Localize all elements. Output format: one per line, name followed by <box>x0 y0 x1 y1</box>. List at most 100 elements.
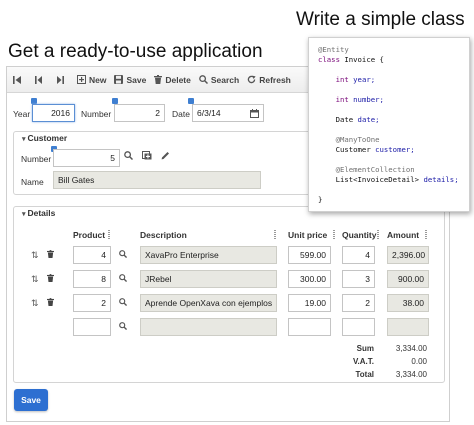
details-title-text: Details <box>27 208 56 218</box>
amount-field-new <box>387 318 429 336</box>
save-button[interactable]: Save <box>14 389 48 411</box>
column-resize-handle[interactable] <box>425 230 427 239</box>
first-record-button[interactable] <box>13 75 25 84</box>
description-field: Aprende OpenXava con ejemplos <box>140 294 277 312</box>
customer-group-title: ▾ Customer <box>20 133 70 143</box>
new-icon <box>77 75 86 84</box>
unit-price-field-new[interactable] <box>288 318 331 336</box>
column-header-description[interactable]: Description <box>140 230 187 240</box>
product-field[interactable]: 2 <box>73 294 111 312</box>
previous-record-button[interactable] <box>35 75 46 84</box>
unit-price-field[interactable]: 599.00 <box>288 246 331 264</box>
code-card: @Entity class Invoice { int year; int nu… <box>308 37 470 212</box>
column-header-quantity[interactable]: Quantity <box>342 230 376 240</box>
total-value: 3,334.00 <box>395 370 427 379</box>
product-field[interactable]: 8 <box>73 270 111 288</box>
save-toolbar-button[interactable]: Save <box>114 75 146 85</box>
delete-button[interactable]: Delete <box>154 75 191 85</box>
code-blank <box>318 85 469 95</box>
description-field: XavaPro Enterprise <box>140 246 277 264</box>
reorder-icon[interactable]: ⇅ <box>31 298 39 309</box>
code-line: int year; <box>318 75 376 84</box>
search-label: Search <box>210 74 240 85</box>
trash-icon <box>154 75 163 84</box>
code-line: @Entity <box>318 45 349 54</box>
code-blank <box>318 125 469 135</box>
new-button[interactable]: New <box>77 75 106 85</box>
column-header-product[interactable]: Product <box>73 230 105 240</box>
code-line: List<InvoiceDetail> details; <box>318 175 459 184</box>
search-product-icon[interactable] <box>119 322 128 332</box>
code-line: int number; <box>318 95 384 104</box>
product-field[interactable]: 4 <box>73 246 111 264</box>
delete-row-icon[interactable] <box>47 250 54 260</box>
search-customer-icon[interactable] <box>124 151 134 162</box>
sum-value: 3,334.00 <box>395 344 427 353</box>
delete-row-icon[interactable] <box>47 298 54 308</box>
search-product-icon[interactable] <box>119 250 128 260</box>
first-icon <box>13 75 21 84</box>
code-line: class Invoice { <box>318 55 384 64</box>
customer-number-field[interactable]: 5 <box>53 149 120 167</box>
column-resize-handle[interactable] <box>108 230 110 239</box>
customer-title-text: Customer <box>27 133 68 143</box>
date-value: 6/3/14 <box>197 108 221 118</box>
save-toolbar-label: Save <box>126 74 147 85</box>
unit-price-field[interactable]: 300.00 <box>288 270 331 288</box>
previous-icon <box>35 75 42 84</box>
column-resize-handle[interactable] <box>274 230 276 239</box>
date-label: Date <box>172 109 190 119</box>
search-product-icon[interactable] <box>119 274 128 284</box>
delete-label: Delete <box>165 74 191 85</box>
column-header-unit-price[interactable]: Unit price <box>288 230 327 240</box>
code-line: Date date; <box>318 115 380 124</box>
next-record-button[interactable] <box>56 75 67 84</box>
edit-customer-icon[interactable] <box>161 151 170 162</box>
unit-price-field[interactable]: 19.00 <box>288 294 331 312</box>
code-line: Customer customer; <box>318 145 415 154</box>
reorder-icon[interactable]: ⇅ <box>31 250 39 261</box>
amount-field: 900.00 <box>387 270 429 288</box>
quantity-field[interactable]: 4 <box>342 246 375 264</box>
floppy-icon <box>114 75 124 84</box>
column-header-amount[interactable]: Amount <box>387 230 419 240</box>
customer-name-field: Bill Gates <box>53 171 261 189</box>
create-customer-icon[interactable] <box>142 151 152 162</box>
refresh-button[interactable]: Refresh <box>247 75 291 85</box>
details-group-title: ▾ Details <box>20 208 58 218</box>
date-field[interactable]: 6/3/14 <box>192 104 264 122</box>
customer-name-label: Name <box>21 177 44 187</box>
description-field-new <box>140 318 277 336</box>
code-line: @ElementCollection <box>318 165 415 174</box>
quantity-field[interactable]: 3 <box>342 270 375 288</box>
search-button[interactable]: Search <box>199 75 239 85</box>
refresh-label: Refresh <box>259 74 291 85</box>
code-blank <box>318 65 469 75</box>
product-field-new[interactable] <box>73 318 111 336</box>
search-product-icon[interactable] <box>119 298 128 308</box>
vat-value: 0.00 <box>411 357 427 366</box>
quantity-field-new[interactable] <box>342 318 375 336</box>
column-resize-handle[interactable] <box>377 230 379 239</box>
headline-write-class: Write a simple class <box>296 9 465 30</box>
refresh-icon <box>247 75 256 84</box>
code-blank <box>318 105 469 115</box>
year-field[interactable]: 2016 <box>32 104 75 122</box>
calendar-icon <box>250 109 259 118</box>
search-icon <box>199 75 208 84</box>
code-line: } <box>318 195 323 204</box>
delete-row-icon[interactable] <box>47 274 54 284</box>
description-field: JRebel <box>140 270 277 288</box>
new-label: New <box>89 74 107 85</box>
number-field[interactable]: 2 <box>114 104 165 122</box>
year-label: Year <box>13 109 31 119</box>
code-blank <box>318 185 469 195</box>
customer-number-label: Number <box>21 154 52 164</box>
code-line: @ManyToOne <box>318 135 380 144</box>
amount-field: 2,396.00 <box>387 246 429 264</box>
quantity-field[interactable]: 2 <box>342 294 375 312</box>
reorder-icon[interactable]: ⇅ <box>31 274 39 285</box>
code-blank <box>318 155 469 165</box>
column-resize-handle[interactable] <box>333 230 335 239</box>
headline-get-app: Get a ready-to-use application <box>8 41 263 62</box>
